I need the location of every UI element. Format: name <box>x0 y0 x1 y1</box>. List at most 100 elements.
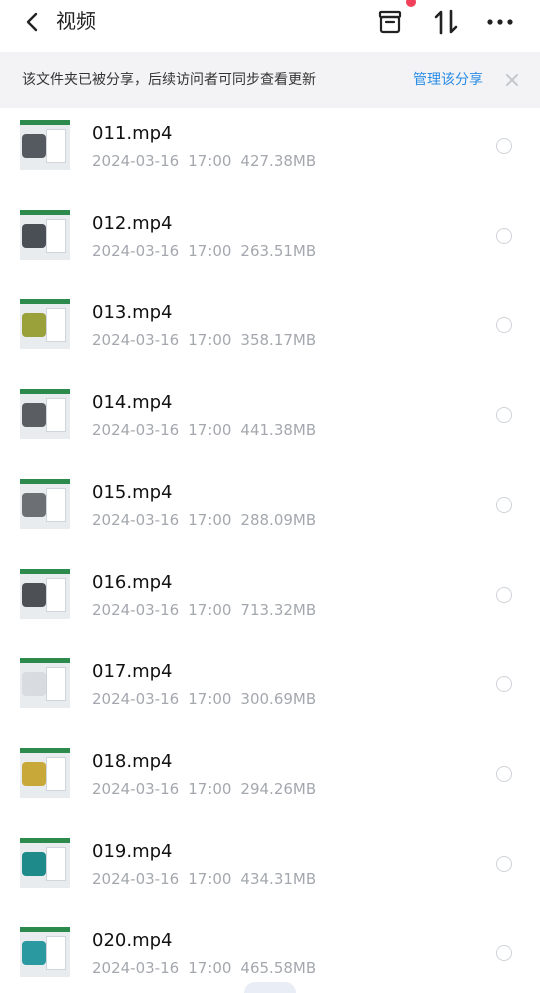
file-time: 17:00 <box>188 331 232 349</box>
thumbnail-toolbar <box>20 748 70 753</box>
thumbnail-model <box>22 224 46 248</box>
select-radio[interactable] <box>496 497 512 513</box>
file-meta: 2024-03-16 17:00 294.26MB <box>92 778 316 800</box>
thumbnail-toolbar <box>20 569 70 574</box>
select-radio[interactable] <box>496 766 512 782</box>
file-name: 016.mp4 <box>92 572 173 593</box>
file-time: 17:00 <box>188 242 232 260</box>
file-size: 713.32MB <box>240 601 317 619</box>
file-row[interactable]: 012.mp4 2024-03-16 17:00 263.51MB <box>0 198 540 287</box>
file-row[interactable]: 018.mp4 2024-03-16 17:00 294.26MB <box>0 736 540 825</box>
file-time: 17:00 <box>188 511 232 529</box>
share-notice-text: 该文件夹已被分享，后续访问者可同步查看更新 <box>22 72 316 88</box>
file-meta: 2024-03-16 17:00 465.58MB <box>92 957 316 979</box>
thumbnail-model <box>22 762 46 786</box>
file-meta: 2024-03-16 17:00 263.51MB <box>92 240 316 262</box>
select-radio[interactable] <box>496 856 512 872</box>
thumbnail-toolbar <box>20 658 70 663</box>
select-radio[interactable] <box>496 676 512 692</box>
thumbnail-toolbar <box>20 210 70 215</box>
thumbnail-toolbar <box>20 927 70 932</box>
file-date: 2024-03-16 <box>92 601 180 619</box>
thumbnail-model <box>22 672 46 696</box>
file-row[interactable]: 019.mp4 2024-03-16 17:00 434.31MB <box>0 826 540 915</box>
file-date: 2024-03-16 <box>92 511 180 529</box>
thumbnail-panel <box>46 219 66 253</box>
select-radio[interactable] <box>496 138 512 154</box>
file-size: 300.69MB <box>240 690 317 708</box>
file-date: 2024-03-16 <box>92 331 180 349</box>
file-row[interactable]: 011.mp4 2024-03-16 17:00 427.38MB <box>0 108 540 197</box>
thumbnail-toolbar <box>20 479 70 484</box>
file-name: 012.mp4 <box>92 213 173 234</box>
thumbnail-panel <box>46 129 66 163</box>
select-radio[interactable] <box>496 587 512 603</box>
file-name: 017.mp4 <box>92 661 173 682</box>
select-radio[interactable] <box>496 945 512 961</box>
video-thumbnail <box>20 299 70 349</box>
thumbnail-model <box>22 583 46 607</box>
back-button[interactable] <box>16 4 48 40</box>
file-row[interactable]: 015.mp4 2024-03-16 17:00 288.09MB <box>0 467 540 556</box>
file-name: 011.mp4 <box>92 123 173 144</box>
file-size: 263.51MB <box>240 242 317 260</box>
video-thumbnail <box>20 838 70 888</box>
thumbnail-model <box>22 493 46 517</box>
file-row[interactable]: 016.mp4 2024-03-16 17:00 713.32MB <box>0 557 540 646</box>
thumbnail-toolbar <box>20 299 70 304</box>
file-meta: 2024-03-16 17:00 441.38MB <box>92 419 316 441</box>
manage-share-link[interactable]: 管理该分享 <box>413 69 483 91</box>
top-bar: 视频 <box>0 0 540 54</box>
file-meta: 2024-03-16 17:00 434.31MB <box>92 868 316 890</box>
file-date: 2024-03-16 <box>92 870 180 888</box>
more-button[interactable] <box>482 4 518 40</box>
app-root: 视频 该文件夹已被分享，后续访问者可同步查看更新 管理该分享 011.mp4 2… <box>0 0 540 993</box>
file-meta: 2024-03-16 17:00 713.32MB <box>92 599 316 621</box>
thumbnail-panel <box>46 936 66 970</box>
file-time: 17:00 <box>188 870 232 888</box>
video-thumbnail <box>20 120 70 170</box>
file-row[interactable]: 017.mp4 2024-03-16 17:00 300.69MB <box>0 646 540 735</box>
archive-box-icon <box>378 10 402 34</box>
thumbnail-model <box>22 941 46 965</box>
video-thumbnail <box>20 569 70 619</box>
thumbnail-toolbar <box>20 389 70 394</box>
file-size: 358.17MB <box>240 331 317 349</box>
select-radio[interactable] <box>496 317 512 333</box>
file-time: 17:00 <box>188 601 232 619</box>
select-radio[interactable] <box>496 228 512 244</box>
thumbnail-model <box>22 852 46 876</box>
video-thumbnail <box>20 479 70 529</box>
file-row[interactable]: 013.mp4 2024-03-16 17:00 358.17MB <box>0 287 540 376</box>
file-date: 2024-03-16 <box>92 780 180 798</box>
file-name: 014.mp4 <box>92 392 173 413</box>
file-name: 018.mp4 <box>92 751 173 772</box>
thumbnail-toolbar <box>20 120 70 125</box>
file-date: 2024-03-16 <box>92 421 180 439</box>
archive-button[interactable] <box>372 4 408 40</box>
file-size: 434.31MB <box>240 870 317 888</box>
file-name: 019.mp4 <box>92 841 173 862</box>
file-row[interactable]: 014.mp4 2024-03-16 17:00 441.38MB <box>0 377 540 466</box>
file-time: 17:00 <box>188 152 232 170</box>
thumbnail-model <box>22 403 46 427</box>
select-radio[interactable] <box>496 407 512 423</box>
thumbnail-panel <box>46 398 66 432</box>
file-name: 013.mp4 <box>92 302 173 323</box>
thumbnail-panel <box>46 757 66 791</box>
back-chevron-icon <box>26 12 38 32</box>
video-thumbnail <box>20 210 70 260</box>
thumbnail-model <box>22 134 46 158</box>
file-size: 441.38MB <box>240 421 317 439</box>
floating-action-button[interactable] <box>244 982 296 993</box>
file-date: 2024-03-16 <box>92 959 180 977</box>
video-thumbnail <box>20 927 70 977</box>
file-size: 294.26MB <box>240 780 317 798</box>
video-thumbnail <box>20 748 70 798</box>
banner-close-button[interactable] <box>500 68 524 92</box>
thumbnail-model <box>22 313 46 337</box>
close-icon <box>506 74 518 86</box>
sort-button[interactable] <box>428 4 464 40</box>
file-name: 020.mp4 <box>92 930 173 951</box>
file-meta: 2024-03-16 17:00 358.17MB <box>92 329 316 351</box>
